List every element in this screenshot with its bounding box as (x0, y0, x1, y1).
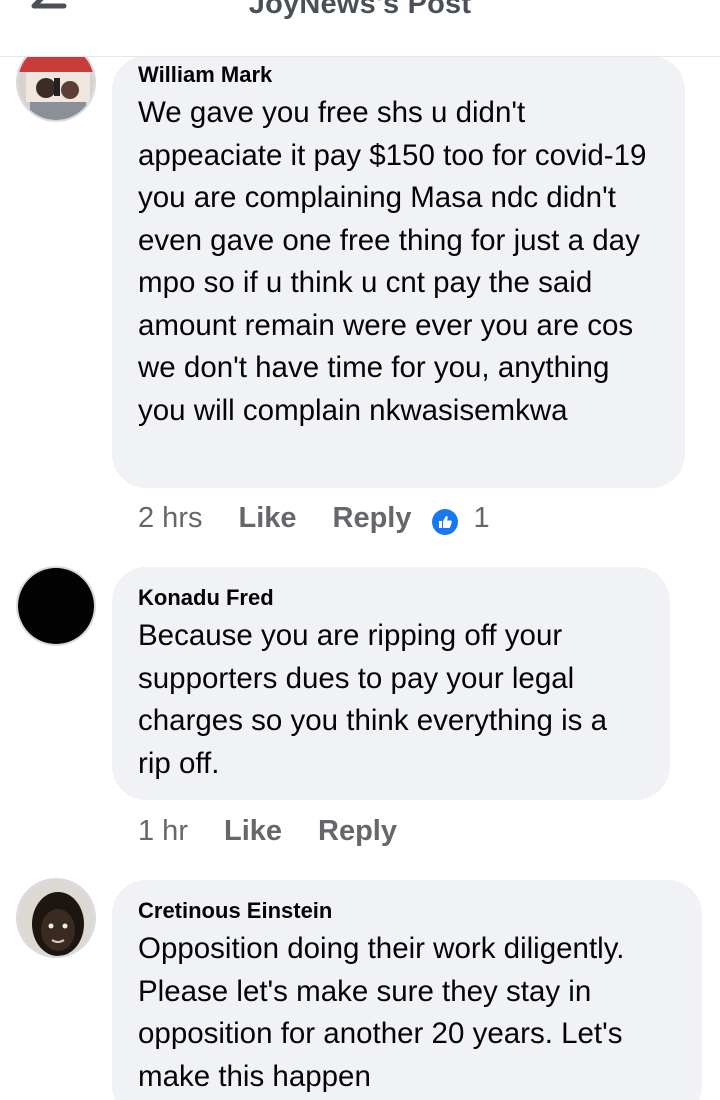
thumbs-up-icon[interactable] (431, 508, 458, 535)
comment-text: We gave you free shs u didn't appeaciate… (138, 96, 647, 427)
comment-author[interactable]: Cretinous Einstein (138, 896, 676, 926)
avatar[interactable] (16, 878, 96, 958)
reaction-count[interactable]: 1 (474, 502, 490, 535)
comment-bubble[interactable]: William Mark We gave you free shs u didn… (112, 56, 685, 488)
comment-actions: 1 hr Like Reply (138, 815, 433, 848)
comment-text: Because you are ripping off your support… (138, 619, 607, 780)
avatar-image (18, 880, 94, 956)
comment-time[interactable]: 2 hrs (138, 502, 202, 535)
avatar[interactable] (16, 566, 96, 646)
post-comments-page: JoyNews's Post William Mark We gave you … (0, 0, 720, 1100)
comment-actions: 2 hrs Like Reply 1 (138, 502, 490, 535)
comment-author[interactable]: William Mark (138, 60, 659, 90)
comment-bubble[interactable]: Cretinous Einstein Opposition doing thei… (112, 880, 702, 1100)
like-button[interactable]: Like (224, 815, 282, 848)
comment-text: Opposition doing their work diligently. … (138, 932, 625, 1093)
avatar-image (18, 568, 94, 644)
top-bar: JoyNews's Post (0, 0, 720, 57)
page-title: JoyNews's Post (248, 0, 472, 20)
like-button[interactable]: Like (238, 502, 296, 535)
comment-author[interactable]: Konadu Fred (138, 583, 644, 613)
reply-button[interactable]: Reply (318, 815, 397, 848)
comment-time[interactable]: 1 hr (138, 815, 188, 848)
comment-bubble[interactable]: Konadu Fred Because you are ripping off … (112, 567, 670, 800)
reply-button[interactable]: Reply (333, 502, 412, 535)
